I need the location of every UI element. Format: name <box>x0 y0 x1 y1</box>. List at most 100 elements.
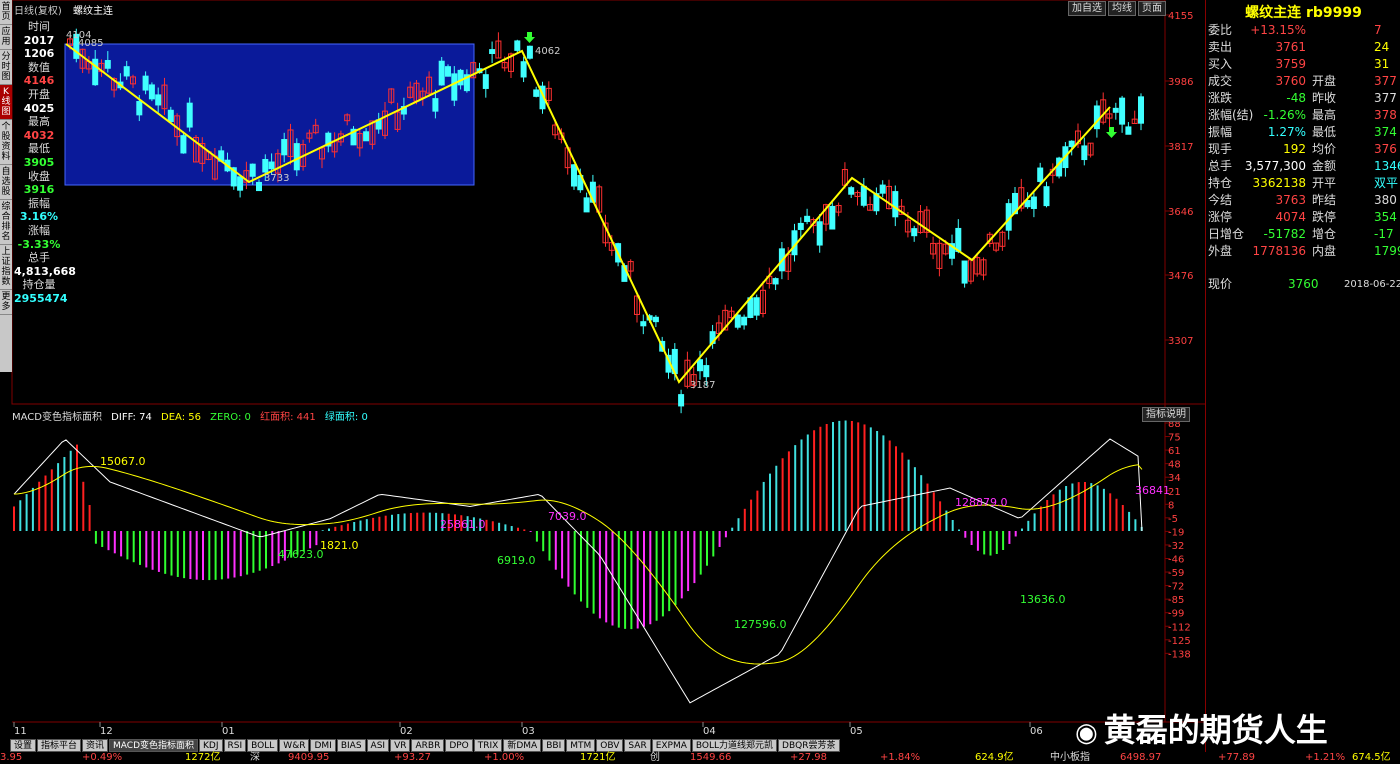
bottom-tab-2[interactable]: 资讯 <box>82 739 109 752</box>
bottom-tab-22[interactable]: DBQR尝芳茶 <box>778 739 840 752</box>
add-watchlist-button[interactable]: 加自选 <box>1068 1 1106 16</box>
price-annotation: 3733 <box>264 173 289 184</box>
macd-name[interactable]: MACD变色指标面积 <box>12 412 102 423</box>
candle-body <box>482 74 489 89</box>
bottom-tab-0[interactable]: 设置 <box>10 739 37 752</box>
quote-cell: 委比 <box>1208 23 1233 37</box>
info-label: 最高 <box>28 115 50 129</box>
candle-body <box>526 45 533 59</box>
indicator-help-button[interactable]: 指标说明 <box>1142 407 1190 422</box>
info-value: 4146 <box>23 74 55 88</box>
bottom-tab-11[interactable]: VR <box>390 739 411 752</box>
bottom-tab-10[interactable]: ASI <box>366 739 390 752</box>
candle-body <box>860 185 867 206</box>
macd-tick-label: -5 <box>1168 514 1178 525</box>
candle-body <box>848 187 855 195</box>
macd-green-area: 绿面积: 0 <box>324 412 368 423</box>
month-label: 03 <box>522 726 535 737</box>
quote-cell: 金额 <box>1312 159 1337 173</box>
candle-body <box>652 316 659 323</box>
quote-cell: 192 <box>1283 142 1306 156</box>
info-value: 4,813,668 <box>14 264 76 278</box>
quote-cell: 最高 <box>1312 108 1337 122</box>
bottom-tab-18[interactable]: OBV <box>596 739 624 752</box>
left-tab-3[interactable]: K线图 <box>0 85 12 120</box>
bottom-tab-3[interactable]: MACD变色指标面积 <box>109 739 199 752</box>
bottom-tab-15[interactable]: 新DMA <box>503 739 542 752</box>
price-tick-label: 3307 <box>1168 336 1193 347</box>
bottom-tab-16[interactable]: BBI <box>542 739 566 752</box>
macd-zero: ZERO: 0 <box>210 412 251 423</box>
info-value: 2955474 <box>14 291 68 305</box>
macd-tick-label: -59 <box>1168 568 1184 579</box>
month-label: 01 <box>222 726 235 737</box>
bottom-tab-7[interactable]: W&R <box>279 739 310 752</box>
candle-body <box>741 316 748 326</box>
quote-cell: -17 <box>1374 227 1394 241</box>
candle-body <box>829 205 836 230</box>
candle-body <box>438 60 445 86</box>
bottom-tab-5[interactable]: RSI <box>223 739 247 752</box>
bottom-tab-1[interactable]: 指标平台 <box>37 739 82 752</box>
bottom-tab-17[interactable]: MTM <box>566 739 596 752</box>
candle-body <box>571 164 577 187</box>
quote-cell: 380 <box>1374 193 1397 207</box>
info-value: 4025 <box>23 101 55 115</box>
quote-cell: 374 <box>1374 125 1397 139</box>
info-label: 开盘 <box>28 87 50 101</box>
macd-header: MACD变色指标面积 DIFF: 74 DEA: 56 ZERO: 0 红面积:… <box>12 408 374 423</box>
macd-tick-label: -99 <box>1168 609 1184 620</box>
candle-body <box>1030 196 1037 209</box>
left-tab-1[interactable]: 应用 <box>0 25 12 50</box>
status-item: 深 <box>250 752 260 763</box>
status-item: 1272亿 <box>185 752 221 763</box>
bottom-tab-4[interactable]: KDJ <box>199 739 223 752</box>
bottom-tab-21[interactable]: BOLL力道线郑元凯 <box>691 739 778 752</box>
bottom-tab-8[interactable]: DMI <box>310 739 336 752</box>
quote-cell: 昨收 <box>1312 91 1337 105</box>
candle-body <box>167 109 174 123</box>
left-tab-8[interactable]: 更多 <box>0 290 12 315</box>
left-tab-2[interactable]: 分时图 <box>0 50 12 85</box>
candle-body <box>697 359 703 372</box>
macd-area-annotation: 36841 <box>1135 484 1170 497</box>
quote-cell: 7 <box>1374 23 1382 37</box>
info-label: 涨幅 <box>28 223 50 237</box>
macd-tick-label: -46 <box>1168 555 1184 566</box>
info-value: 3.16% <box>19 210 59 224</box>
bottom-tab-13[interactable]: DPO <box>445 739 473 752</box>
macd-tick-label: 75 <box>1168 433 1181 444</box>
status-item: 9409.95 <box>288 752 330 763</box>
status-item: 中小板指 <box>1050 752 1090 763</box>
left-tab-7[interactable]: 上证指数 <box>0 245 12 290</box>
moving-average-button[interactable]: 均线 <box>1108 1 1136 16</box>
page-button[interactable]: 页面 <box>1138 1 1166 16</box>
left-tab-6[interactable]: 综合排名 <box>0 200 12 245</box>
quote-cell: 378 <box>1374 108 1397 122</box>
bottom-tab-19[interactable]: SAR <box>624 739 651 752</box>
macd-tick-label: 34 <box>1168 473 1181 484</box>
quote-cell: 振幅 <box>1208 125 1233 139</box>
left-tab-4[interactable]: 个股资料 <box>0 120 12 165</box>
quote-cell: 最低 <box>1312 125 1337 139</box>
quote-row: 日增仓 -51782 增仓 -17 <box>1208 226 1400 243</box>
info-value: 3916 <box>23 183 55 197</box>
left-nav-tabs: 首页 应用 分时图 K线图 个股资料 自选股 综合排名 上证指数 更多 <box>0 0 12 372</box>
quote-panel: 螺纹主连 rb9999 委比 +13.15% 7 卖出 3761 24 买入 3759 31 成交… <box>1205 0 1400 764</box>
bottom-tab-14[interactable]: TRIX <box>473 739 503 752</box>
quote-cell: 双平 <box>1374 176 1399 190</box>
month-label: 12 <box>100 726 113 737</box>
bottom-tab-12[interactable]: ARBR <box>411 739 445 752</box>
macd-area-annotation: 6919.0 <box>497 554 536 567</box>
bottom-tab-9[interactable]: BIAS <box>336 739 366 752</box>
candle-body <box>104 60 111 69</box>
bottom-tab-20[interactable]: EXPMA <box>651 739 691 752</box>
candle-body <box>734 314 741 328</box>
macd-tick-label: -112 <box>1168 622 1191 633</box>
period-label[interactable]: 日线(复权) <box>14 6 62 17</box>
left-tab-0[interactable]: 首页 <box>0 0 12 25</box>
candle-body <box>520 61 527 78</box>
quote-row: 涨跌 -48 昨收 377 <box>1208 90 1400 107</box>
bottom-tab-6[interactable]: BOLL <box>247 739 279 752</box>
left-tab-5[interactable]: 自选股 <box>0 165 12 200</box>
